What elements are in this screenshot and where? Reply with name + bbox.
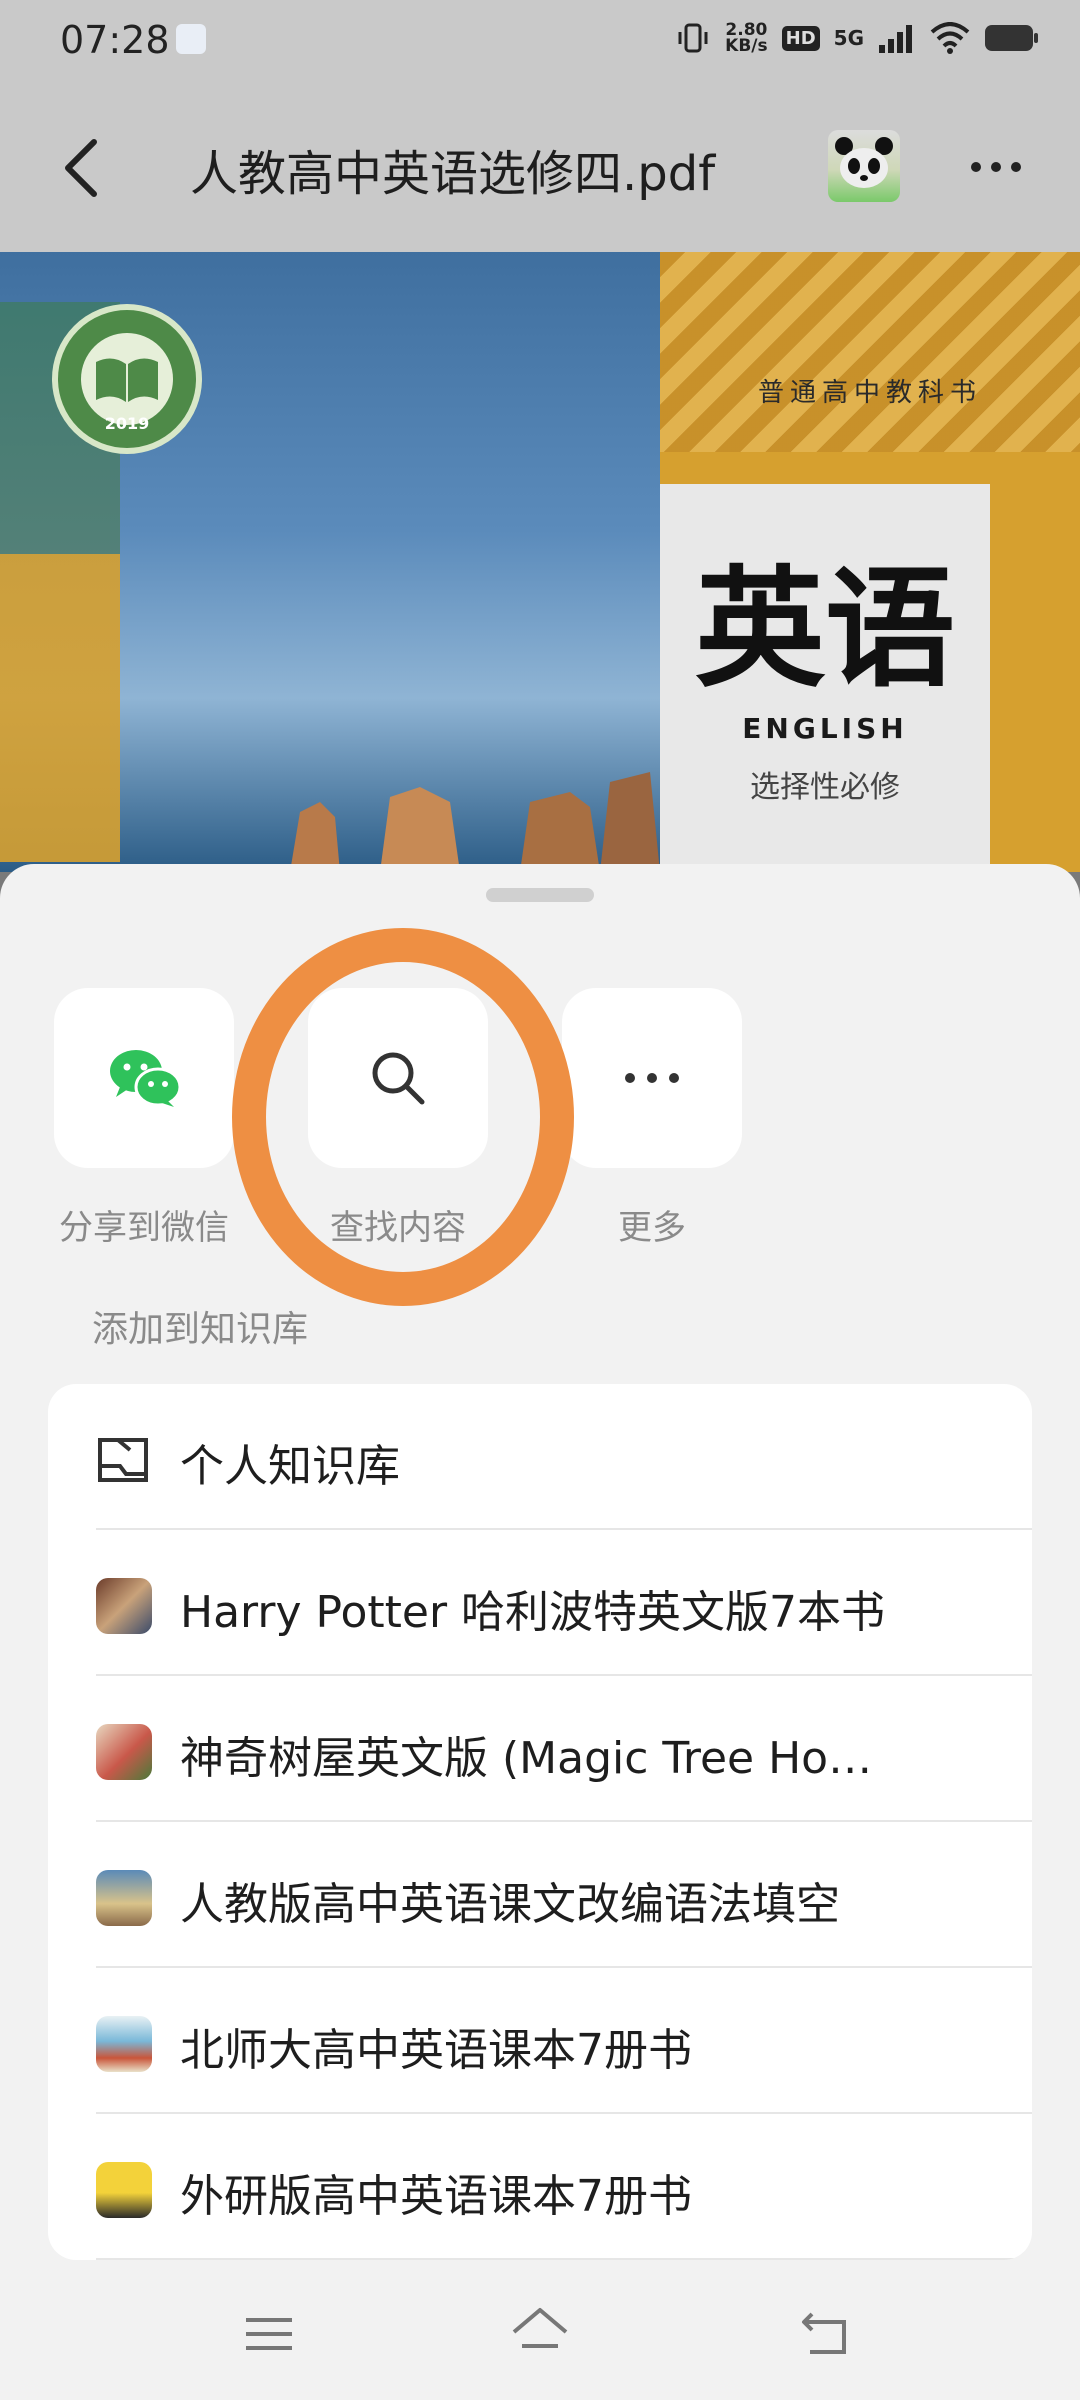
folder-icon bbox=[98, 1438, 148, 1482]
vibrate-icon bbox=[678, 23, 708, 53]
status-bar: 07:28 2.80 KB/s HD 5G bbox=[0, 0, 1080, 84]
signal-icon bbox=[879, 25, 912, 53]
seal-year: 2019 bbox=[104, 414, 150, 433]
speed-unit: KB/s bbox=[725, 36, 768, 56]
cover-english: ENGLISH bbox=[742, 712, 908, 745]
list-item-label: Harry Potter 哈利波特英文版7本书 bbox=[180, 1587, 886, 1638]
network-type: 5G bbox=[833, 26, 864, 50]
more-actions-button[interactable]: 更多 bbox=[562, 988, 742, 1248]
annotation-ring bbox=[232, 928, 574, 1306]
cover-title-card: 英语 ENGLISH 选择性必修 bbox=[660, 484, 990, 872]
back-nav-icon[interactable] bbox=[800, 2310, 850, 2358]
book-cover-thumb bbox=[96, 1870, 152, 1926]
cover-subtitle: 普通高中教科书 bbox=[757, 378, 982, 408]
panda-avatar[interactable] bbox=[828, 130, 900, 202]
status-time: 07:28 bbox=[60, 18, 170, 62]
list-item[interactable]: 神奇树屋英文版 (Magic Tree Ho… bbox=[48, 1676, 1032, 1822]
hd-badge: HD bbox=[781, 25, 820, 51]
list-item[interactable]: 北师大高中英语课本7册书 bbox=[48, 1968, 1032, 2114]
page-title: 人教高中英语选修四.pdf bbox=[190, 146, 716, 202]
book-cover-thumb bbox=[96, 2016, 152, 2072]
cloud-app-icon bbox=[176, 24, 206, 54]
review-seal: 2019 bbox=[52, 304, 202, 454]
book-cover-thumb bbox=[96, 2162, 152, 2218]
back-arrow-icon[interactable] bbox=[58, 136, 108, 200]
cover-chevron-pattern bbox=[660, 252, 1080, 452]
list-item[interactable]: 个人知识库 bbox=[48, 1384, 1032, 1530]
divider bbox=[96, 2258, 1032, 2260]
cover-rocks-image bbox=[290, 772, 660, 872]
pdf-cover-preview[interactable]: 2019 普通高中教科书 英语 ENGLISH 选择性必修 bbox=[0, 252, 1080, 872]
more-options-icon[interactable] bbox=[966, 142, 1026, 192]
list-item-label: 神奇树屋英文版 (Magic Tree Ho… bbox=[180, 1733, 873, 1784]
book-cover-thumb bbox=[96, 1724, 152, 1780]
system-nav-bar bbox=[0, 2272, 1080, 2400]
list-item-label: 北师大高中英语课本7册书 bbox=[180, 2025, 692, 2076]
more-dots-icon bbox=[625, 1073, 679, 1083]
sheet-drag-handle[interactable] bbox=[486, 888, 594, 902]
knowledge-base-list: 个人知识库 Harry Potter 哈利波特英文版7本书 神奇树屋英文版 (M… bbox=[48, 1384, 1032, 2260]
book-cover-thumb bbox=[96, 1578, 152, 1634]
battery-icon bbox=[985, 25, 1038, 51]
panda-icon bbox=[835, 137, 893, 188]
list-item[interactable]: 人教版高中英语课文改编语法填空 bbox=[48, 1822, 1032, 1968]
share-wechat-label: 分享到微信 bbox=[59, 1208, 229, 1248]
list-item[interactable]: Harry Potter 哈利波特英文版7本书 bbox=[48, 1530, 1032, 1676]
list-item-label: 人教版高中英语课文改编语法填空 bbox=[180, 1879, 840, 1930]
cover-title: 英语 bbox=[694, 552, 955, 705]
network-speed: 2.80 KB/s bbox=[725, 22, 768, 56]
more-actions-label: 更多 bbox=[618, 1208, 686, 1248]
list-item-label: 外研版高中英语课本7册书 bbox=[180, 2171, 692, 2222]
menu-icon[interactable] bbox=[244, 2314, 294, 2354]
list-item[interactable]: 外研版高中英语课本7册书 bbox=[48, 2114, 1032, 2260]
status-icons: 2.80 KB/s HD 5G bbox=[675, 20, 1040, 56]
share-wechat-button[interactable]: 分享到微信 bbox=[54, 988, 234, 1248]
list-item-label: 个人知识库 bbox=[180, 1441, 400, 1492]
home-icon[interactable] bbox=[510, 2306, 570, 2358]
wechat-icon bbox=[110, 1050, 182, 1107]
section-title: 添加到知识库 bbox=[92, 1309, 309, 1350]
top-bar: 人教高中英语选修四.pdf bbox=[0, 84, 1080, 252]
wifi-icon bbox=[930, 22, 970, 54]
cover-selective: 选择性必修 bbox=[750, 770, 900, 805]
